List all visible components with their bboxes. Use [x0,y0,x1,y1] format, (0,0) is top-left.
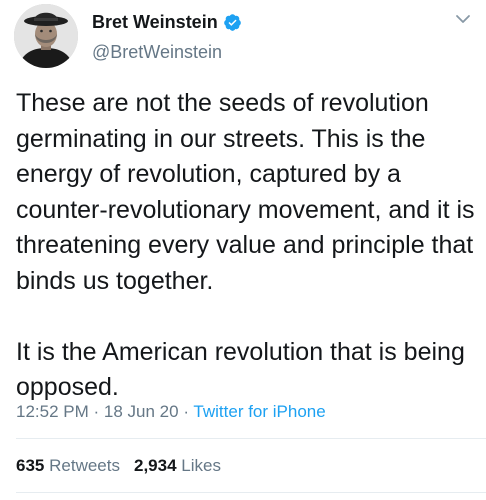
author-display-name[interactable]: Bret Weinstein [92,12,218,33]
author-handle[interactable]: @BretWeinstein [92,42,222,63]
retweets-stat[interactable]: 635 Retweets [16,456,120,475]
retweets-label: Retweets [49,456,120,475]
tweet-source-link[interactable]: Twitter for iPhone [193,402,325,421]
likes-count: 2,934 [133,456,177,475]
avatar-photo [14,4,78,68]
tweet-paragraph: These are not the seeds of revolution ge… [16,89,475,295]
meta-separator: · [183,402,189,421]
tweet-meta: 12:52 PM · 18 Jun 20 · Twitter for iPhon… [16,402,326,422]
author-avatar[interactable] [14,4,78,68]
author-name-row: Bret Weinstein [92,10,242,34]
verified-badge-icon [223,13,242,32]
divider [16,438,486,439]
chevron-down-icon[interactable] [454,12,472,26]
meta-separator: · [93,402,100,421]
tweet-stats: 635 Retweets 2,934 Likes [16,456,221,476]
likes-stat[interactable]: 2,934 Likes [134,456,221,475]
tweet-card: Bret Weinstein @BretWeinstein These are … [0,0,486,500]
tweet-paragraph: It is the American revolution that is be… [16,337,465,402]
divider [16,492,486,493]
tweet-time[interactable]: 12:52 PM [16,402,89,421]
tweet-text: These are not the seeds of revolution ge… [16,86,476,406]
tweet-date[interactable]: 18 Jun 20 [104,402,179,421]
retweets-count: 635 [16,456,45,475]
likes-label: Likes [181,456,221,475]
